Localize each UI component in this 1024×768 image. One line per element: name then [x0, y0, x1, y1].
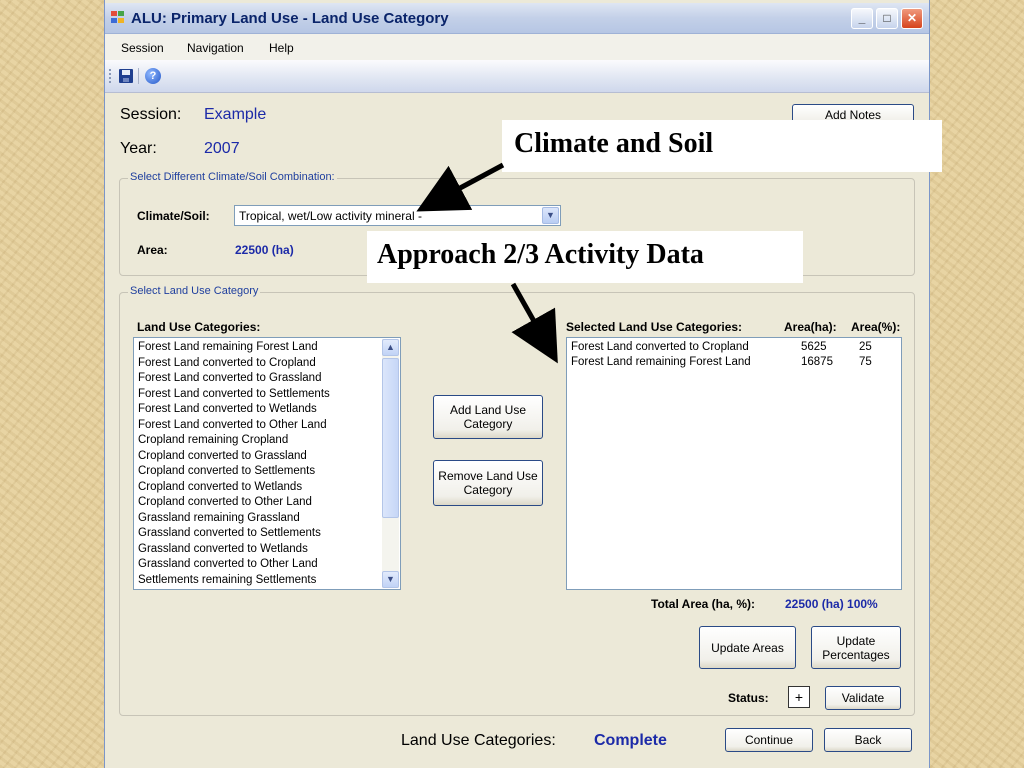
area-value: 22500 (ha) — [235, 243, 294, 257]
list-item[interactable]: Cropland converted to Wetlands — [138, 480, 302, 495]
toolbar-grip[interactable] — [109, 69, 113, 83]
save-icon[interactable] — [119, 69, 133, 83]
selected-name: Forest Land remaining Forest Land — [571, 356, 751, 368]
climate-soil-value: Tropical, wet/Low activity mineral - — [239, 209, 422, 223]
list-item[interactable]: Forest Land converted to Other Land — [138, 418, 327, 433]
total-area-value: 22500 (ha) 100% — [785, 597, 878, 611]
climate-group-title: Select Different Climate/Soil Combinatio… — [128, 171, 337, 183]
maximize-icon[interactable]: □ — [876, 8, 898, 29]
scroll-down-icon[interactable]: ▼ — [382, 571, 399, 588]
land-use-group-title: Select Land Use Category — [128, 285, 261, 297]
selected-area-ha: 16875 — [801, 356, 833, 368]
chevron-down-icon[interactable]: ▼ — [542, 207, 559, 224]
scroll-thumb[interactable] — [382, 358, 399, 518]
add-land-use-category-button[interactable]: Add Land Use Category — [433, 395, 543, 439]
selected-area-pct: 25 — [859, 341, 872, 353]
list-item[interactable]: Grassland converted to Other Land — [138, 557, 318, 572]
app-icon — [111, 11, 125, 24]
callout-climate-soil: Climate and Soil — [502, 120, 942, 172]
callout-activity-data: Approach 2/3 Activity Data — [367, 231, 803, 283]
climate-soil-label: Climate/Soil: — [137, 209, 210, 223]
climate-soil-dropdown[interactable]: Tropical, wet/Low activity mineral - ▼ — [234, 205, 561, 226]
toolbar-separator — [138, 68, 139, 84]
help-icon[interactable]: ? — [145, 68, 161, 84]
menu-bar: Session Navigation Help — [105, 34, 929, 60]
land-use-categories-list[interactable]: Forest Land remaining Forest Land Forest … — [133, 337, 401, 590]
back-button[interactable]: Back — [824, 728, 912, 752]
menu-navigation[interactable]: Navigation — [187, 41, 244, 55]
list-item[interactable]: Cropland converted to Settlements — [138, 464, 315, 479]
list-item[interactable]: Cropland remaining Cropland — [138, 433, 288, 448]
list-item[interactable]: Cropland converted to Other Land — [138, 495, 312, 510]
list-item[interactable]: Forest Land converted to Grassland — [138, 371, 321, 386]
minimize-icon[interactable]: _ — [851, 8, 873, 29]
close-icon[interactable]: ✕ — [901, 8, 923, 29]
list-scrollbar[interactable]: ▲ ▼ — [382, 339, 399, 588]
selected-area-ha: 5625 — [801, 341, 827, 353]
year-value: 2007 — [204, 140, 240, 157]
remove-land-use-category-button[interactable]: Remove Land Use Category — [433, 460, 543, 506]
footer-status-value: Complete — [594, 732, 667, 749]
selected-list-header: Selected Land Use Categories: — [566, 320, 743, 334]
total-area-label: Total Area (ha, %): — [651, 597, 756, 611]
menu-help[interactable]: Help — [269, 41, 294, 55]
status-indicator: + — [788, 686, 810, 708]
toolbar: ? — [105, 60, 929, 93]
year-label: Year: — [120, 140, 157, 157]
area-ha-header: Area(ha): — [784, 320, 837, 334]
area-label: Area: — [137, 243, 168, 257]
area-pct-header: Area(%): — [851, 320, 901, 334]
title-bar[interactable]: ALU: Primary Land Use - Land Use Categor… — [105, 3, 929, 34]
list-item[interactable]: Grassland converted to Settlements — [138, 526, 321, 541]
selected-area-pct: 75 — [859, 356, 872, 368]
menu-session[interactable]: Session — [121, 41, 164, 55]
validate-button[interactable]: Validate — [825, 686, 901, 710]
selected-land-use-list[interactable]: Forest Land converted to Cropland 5625 25 F… — [566, 337, 902, 590]
list-item[interactable]: Forest Land remaining Forest Land — [138, 340, 318, 355]
session-label: Session: — [120, 106, 182, 123]
selected-name: Forest Land converted to Cropland — [571, 341, 749, 353]
list-item[interactable]: Grassland remaining Grassland — [138, 511, 300, 526]
session-value: Example — [204, 106, 267, 123]
land-use-list-header: Land Use Categories: — [137, 320, 261, 334]
continue-button[interactable]: Continue — [725, 728, 813, 752]
list-item[interactable]: Cropland converted to Grassland — [138, 449, 307, 464]
list-item[interactable]: Settlements remaining Settlements — [138, 573, 316, 588]
window-title: ALU: Primary Land Use - Land Use Categor… — [131, 10, 449, 27]
list-item[interactable]: Forest Land converted to Wetlands — [138, 402, 317, 417]
update-areas-button[interactable]: Update Areas — [699, 626, 796, 669]
footer-label: Land Use Categories: — [401, 732, 556, 749]
scroll-up-icon[interactable]: ▲ — [382, 339, 399, 356]
status-label: Status: — [728, 691, 769, 705]
app-window: ALU: Primary Land Use - Land Use Categor… — [104, 0, 930, 768]
list-item[interactable]: Grassland converted to Wetlands — [138, 542, 308, 557]
update-percentages-button[interactable]: Update Percentages — [811, 626, 901, 669]
list-item[interactable]: Forest Land converted to Cropland — [138, 356, 316, 371]
list-item[interactable]: Forest Land converted to Settlements — [138, 387, 330, 402]
